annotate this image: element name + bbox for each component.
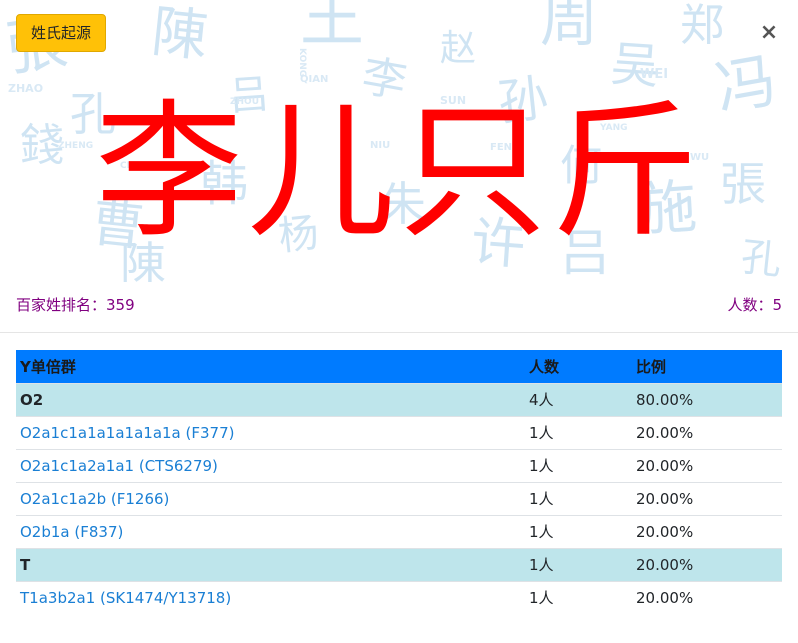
- haplogroup-percent: 80.00%: [632, 382, 782, 416]
- surname-origin-button[interactable]: 姓氏起源: [16, 14, 106, 52]
- background-glyph: 郑: [680, 0, 724, 51]
- haplogroup-count: 1人: [525, 448, 632, 482]
- haplogroup-count: 4人: [525, 382, 632, 416]
- haplogroup-name: T: [16, 547, 525, 581]
- column-header-count: 人数: [525, 350, 632, 383]
- haplogroup-percent: 20.00%: [632, 514, 782, 548]
- haplogroup-count: 1人: [525, 415, 632, 449]
- haplogroup-name: O2: [16, 382, 525, 416]
- table-header-row: Y单倍群 人数 比例: [16, 350, 782, 383]
- haplogroup-link[interactable]: O2a1c1a1a1a1a1a1a (F377): [16, 415, 525, 449]
- divider: [0, 332, 798, 333]
- background-romanized-text: WEI: [640, 67, 668, 82]
- haplogroup-link[interactable]: O2a1c1a2b (F1266): [16, 481, 525, 515]
- haplogroup-link[interactable]: O2a1c1a2a1a1 (CTS6279): [16, 448, 525, 482]
- count-info: 人数：5: [727, 294, 782, 315]
- haplogroup-link[interactable]: T1a3b2a1 (SK1474/Y13718): [16, 580, 525, 614]
- surname-title: 李儿只斤: [95, 86, 703, 258]
- rank-label: 百家姓排名：: [16, 296, 107, 314]
- haplogroup-percent: 20.00%: [632, 547, 782, 581]
- table-row: T1a3b2a1 (SK1474/Y13718) 1人 20.00%: [16, 580, 782, 614]
- column-header-haplogroup: Y单倍群: [16, 350, 525, 383]
- table-group-row: O2 4人 80.00%: [16, 382, 782, 416]
- column-header-percent: 比例: [632, 350, 782, 383]
- haplogroup-percent: 20.00%: [632, 448, 782, 482]
- surname-info-row: 百家姓排名：359 人数：5: [16, 294, 782, 316]
- background-glyph: 赵: [440, 28, 476, 69]
- background-glyph: 陳: [149, 0, 211, 70]
- table-group-row: T 1人 20.00%: [16, 547, 782, 581]
- count-label: 人数：: [727, 296, 773, 314]
- close-icon[interactable]: ×: [756, 18, 782, 48]
- background-glyph: 王: [300, 0, 364, 56]
- table-row: O2a1c1a1a1a1a1a1a (F377) 1人 20.00%: [16, 415, 782, 449]
- header-banner: 張孔陳吕王李赵孙周吴郑冯錢曹韩杨朱许何施張孔陳吕ZHAOQIANSUNWEIKO…: [0, 0, 798, 282]
- haplogroup-percent: 20.00%: [632, 481, 782, 515]
- table-row: O2a1c1a2b (F1266) 1人 20.00%: [16, 481, 782, 515]
- haplogroup-count: 1人: [525, 580, 632, 614]
- rank-info: 百家姓排名：359: [16, 294, 135, 315]
- background-glyph: 周: [540, 0, 598, 54]
- haplogroup-percent: 20.00%: [632, 580, 782, 614]
- haplogroup-table: Y单倍群 人数 比例 O2 4人 80.00% O2a1c1a1a1a1a1a1a (…: [16, 350, 782, 614]
- haplogroup-count: 1人: [525, 547, 632, 581]
- haplogroup-percent: 20.00%: [632, 415, 782, 449]
- haplogroup-count: 1人: [525, 481, 632, 515]
- count-value: 5: [772, 296, 782, 314]
- background-romanized-text: KONG: [297, 48, 307, 77]
- rank-value: 359: [106, 296, 135, 314]
- haplogroup-count: 1人: [525, 514, 632, 548]
- table-row: O2a1c1a2a1a1 (CTS6279) 1人 20.00%: [16, 448, 782, 482]
- table-row: O2b1a (F837) 1人 20.00%: [16, 514, 782, 548]
- haplogroup-link[interactable]: O2b1a (F837): [16, 514, 525, 548]
